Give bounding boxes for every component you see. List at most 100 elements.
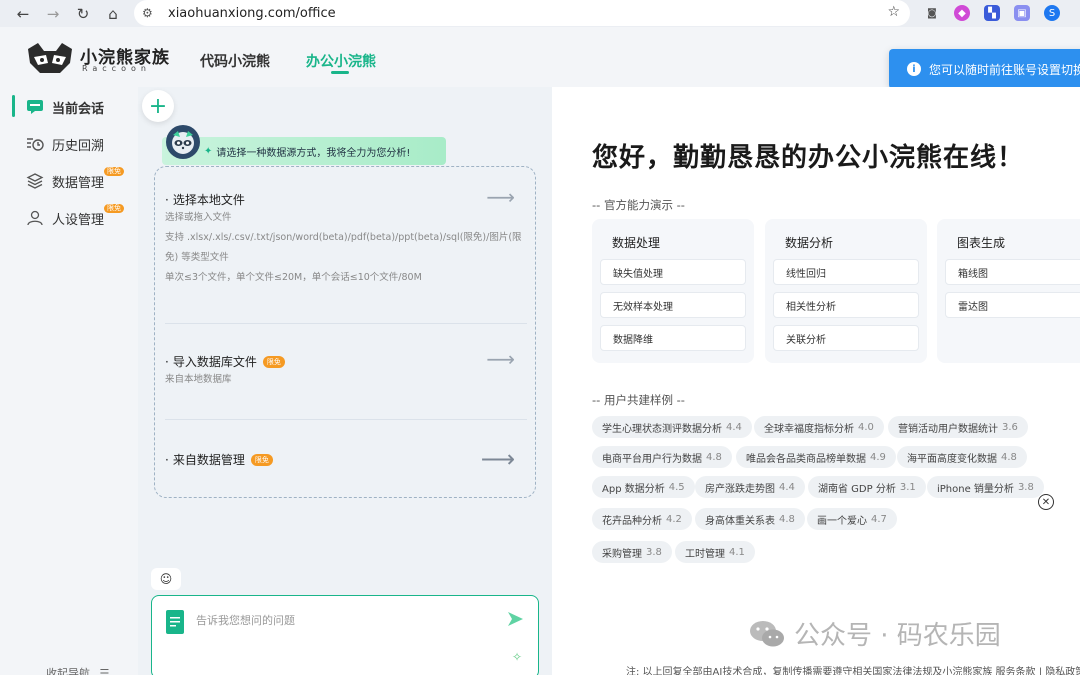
example-chip[interactable]: iPhone 销量分析 3.8 xyxy=(927,476,1044,498)
main-content: 您好，勤勤恳恳的办公小浣熊在线！ -- 官方能力演示 -- 数据处理 缺失值处理… xyxy=(552,87,1080,675)
sidebar-item-label: 人设管理 xyxy=(52,212,105,228)
greeting-bubble: ✦ 请选择一种数据源方式，我将全力为您分析! xyxy=(162,137,446,165)
send-icon[interactable] xyxy=(506,610,524,628)
capability-card-data-processing: 数据处理 缺失值处理 无效样本处理 数据降维 xyxy=(592,219,754,363)
collapse-nav-label: 收起导航 xyxy=(46,667,90,675)
divider xyxy=(165,419,527,420)
capability-item[interactable]: 雷达图 xyxy=(945,292,1080,318)
menu-icon: ☰ xyxy=(99,667,110,675)
puzzle-extension-icon[interactable]: ▚ xyxy=(984,5,1000,21)
free-badge: 限免 xyxy=(262,355,285,368)
capability-item[interactable]: 箱线图 xyxy=(945,259,1080,285)
bookmark-star-icon[interactable]: ☆ xyxy=(887,4,900,20)
source-desc: 选择或拖入文件 xyxy=(165,212,232,223)
example-chip[interactable]: 花卉品种分析 4.2 xyxy=(592,508,692,530)
source-title: 选择本地文件 xyxy=(172,193,245,207)
back-button[interactable]: ← xyxy=(8,0,38,27)
source-local-file[interactable]: · 选择本地文件 选择或拖入文件 支持 .xlsx/.xls/.csv/.txt… xyxy=(165,185,527,288)
url-text: xiaohuanxiong.com/office xyxy=(168,5,336,21)
raccoon-logo-icon xyxy=(28,43,72,73)
tab-code-raccoon[interactable]: 代码小浣熊 xyxy=(200,51,270,71)
sidebar-item-label: 数据管理 xyxy=(52,175,105,191)
example-chip[interactable]: 海平面高度变化数据 4.8 xyxy=(897,446,1027,468)
forward-button[interactable]: → xyxy=(38,0,68,27)
tab-office-raccoon[interactable]: 办公小浣熊 xyxy=(306,51,376,71)
shield-extension-icon[interactable]: S xyxy=(1044,5,1060,21)
sidebar-item-history[interactable]: 历史回溯 xyxy=(12,130,132,158)
greeting-text: 请选择一种数据源方式，我将全力为您分析! xyxy=(216,147,411,159)
active-tab-indicator xyxy=(331,71,349,74)
sidebar-item-persona-management[interactable]: 人设管理 限免 xyxy=(12,204,132,232)
source-options-box: · 选择本地文件 选择或拖入文件 支持 .xlsx/.xls/.csv/.txt… xyxy=(154,166,536,498)
example-chip[interactable]: 全球幸福度指标分析 4.0 xyxy=(754,416,884,438)
toast-text: 您可以随时前往账号设置切换 xyxy=(929,62,1080,77)
info-toast: i 您可以随时前往账号设置切换 xyxy=(889,49,1080,89)
address-bar[interactable]: ⚙ xiaohuanxiong.com/office ☆ xyxy=(134,0,910,26)
example-chip[interactable]: 湖南省 GDP 分析 3.1 xyxy=(808,476,926,498)
wechat-icon xyxy=(750,620,784,646)
reload-button[interactable]: ↻ xyxy=(68,0,98,27)
translate-extension-icon[interactable]: ▣ xyxy=(1014,5,1030,21)
sidebar-item-data-management[interactable]: 数据管理 限免 xyxy=(12,167,132,195)
camera-extension-icon[interactable]: ◙ xyxy=(924,5,940,21)
source-desc: 支持 .xlsx/.xls/.csv/.txt/json/word(beta)/… xyxy=(165,232,522,243)
capability-item[interactable]: 缺失值处理 xyxy=(600,259,746,285)
sparkle-icon: ✦ xyxy=(204,145,213,157)
history-icon xyxy=(24,135,46,153)
source-desc: 免) 等类型文件 xyxy=(165,252,229,263)
active-indicator xyxy=(12,95,15,117)
example-chip[interactable]: 学生心理状态测评数据分析 4.4 xyxy=(592,416,752,438)
capability-item[interactable]: 线性回归 xyxy=(773,259,919,285)
info-icon: i xyxy=(907,62,921,76)
magic-wand-icon[interactable]: ✧ xyxy=(512,650,522,664)
card-title: 数据处理 xyxy=(612,236,661,250)
free-badge: 限免 xyxy=(104,167,124,176)
example-chip[interactable]: App 数据分析 4.5 xyxy=(592,476,695,498)
example-chip[interactable]: 画一个爱心 4.7 xyxy=(807,508,897,530)
collapse-nav-button[interactable]: 收起导航 ☰ xyxy=(46,665,109,675)
example-chip[interactable]: 采购管理 3.8 xyxy=(592,541,672,563)
document-icon xyxy=(166,610,184,634)
example-chip[interactable]: 房产涨跌走势图 4.4 xyxy=(695,476,805,498)
chat-input-box: ✧ xyxy=(151,595,539,675)
site-settings-icon[interactable]: ⚙ xyxy=(142,6,160,20)
sidebar-item-label: 当前会话 xyxy=(52,101,105,117)
source-desc: 单次≤3个文件，单个文件≤20M，单个会话≤10个文件/80M xyxy=(165,272,422,283)
logo-subtitle: Raccoon xyxy=(82,64,151,73)
persona-button[interactable]: ☺ xyxy=(151,568,181,590)
official-demo-label: -- 官方能力演示 -- xyxy=(592,198,685,212)
new-session-button[interactable]: + xyxy=(142,90,174,122)
source-desc: 来自本地数据库 xyxy=(165,374,232,385)
example-chip[interactable]: 电商平台用户行为数据 4.8 xyxy=(592,446,732,468)
card-title: 图表生成 xyxy=(957,236,1006,250)
capability-item[interactable]: 关联分析 xyxy=(773,325,919,351)
example-chip[interactable]: 营销活动用户数据统计 3.6 xyxy=(888,416,1028,438)
capability-item[interactable]: 数据降维 xyxy=(600,325,746,351)
example-chip[interactable]: 唯品会各品类商品榜单数据 4.9 xyxy=(736,446,896,468)
divider xyxy=(165,323,527,324)
source-import-database[interactable]: · 导入数据库文件 限免 来自本地数据库 ⟶ xyxy=(165,347,527,390)
capability-item[interactable]: 无效样本处理 xyxy=(600,292,746,318)
raccoon-face-icon: ☺ xyxy=(159,572,173,586)
user-icon xyxy=(24,209,46,227)
sidebar-item-current-session[interactable]: 当前会话 xyxy=(12,93,132,121)
arrow-right-icon: ⟶ xyxy=(486,185,515,209)
arrow-right-icon: ⟶ xyxy=(486,347,515,371)
gem-extension-icon[interactable]: ◆ xyxy=(954,5,970,21)
free-badge: 限免 xyxy=(250,453,273,466)
capability-item[interactable]: 相关性分析 xyxy=(773,292,919,318)
capability-card-chart-generation: 图表生成 箱线图 雷达图 xyxy=(937,219,1080,363)
sidebar-item-label: 历史回溯 xyxy=(52,138,105,154)
watermark: 公众号 · 码农乐园 xyxy=(748,615,1001,652)
database-icon xyxy=(24,172,46,190)
home-button[interactable]: ⌂ xyxy=(98,0,128,27)
source-title: 导入数据库文件 xyxy=(172,355,257,369)
source-title: 来自数据管理 xyxy=(172,453,245,467)
example-chip[interactable]: 身高体重关系表 4.8 xyxy=(695,508,805,530)
source-data-management[interactable]: · 来自数据管理 限免 ⟶ xyxy=(165,445,527,473)
question-input[interactable] xyxy=(196,610,496,630)
raccoon-avatar xyxy=(166,125,200,159)
example-chip[interactable]: 工时管理 4.1 xyxy=(675,541,755,563)
free-badge: 限免 xyxy=(104,204,124,213)
close-icon[interactable]: ✕ xyxy=(1038,494,1054,510)
